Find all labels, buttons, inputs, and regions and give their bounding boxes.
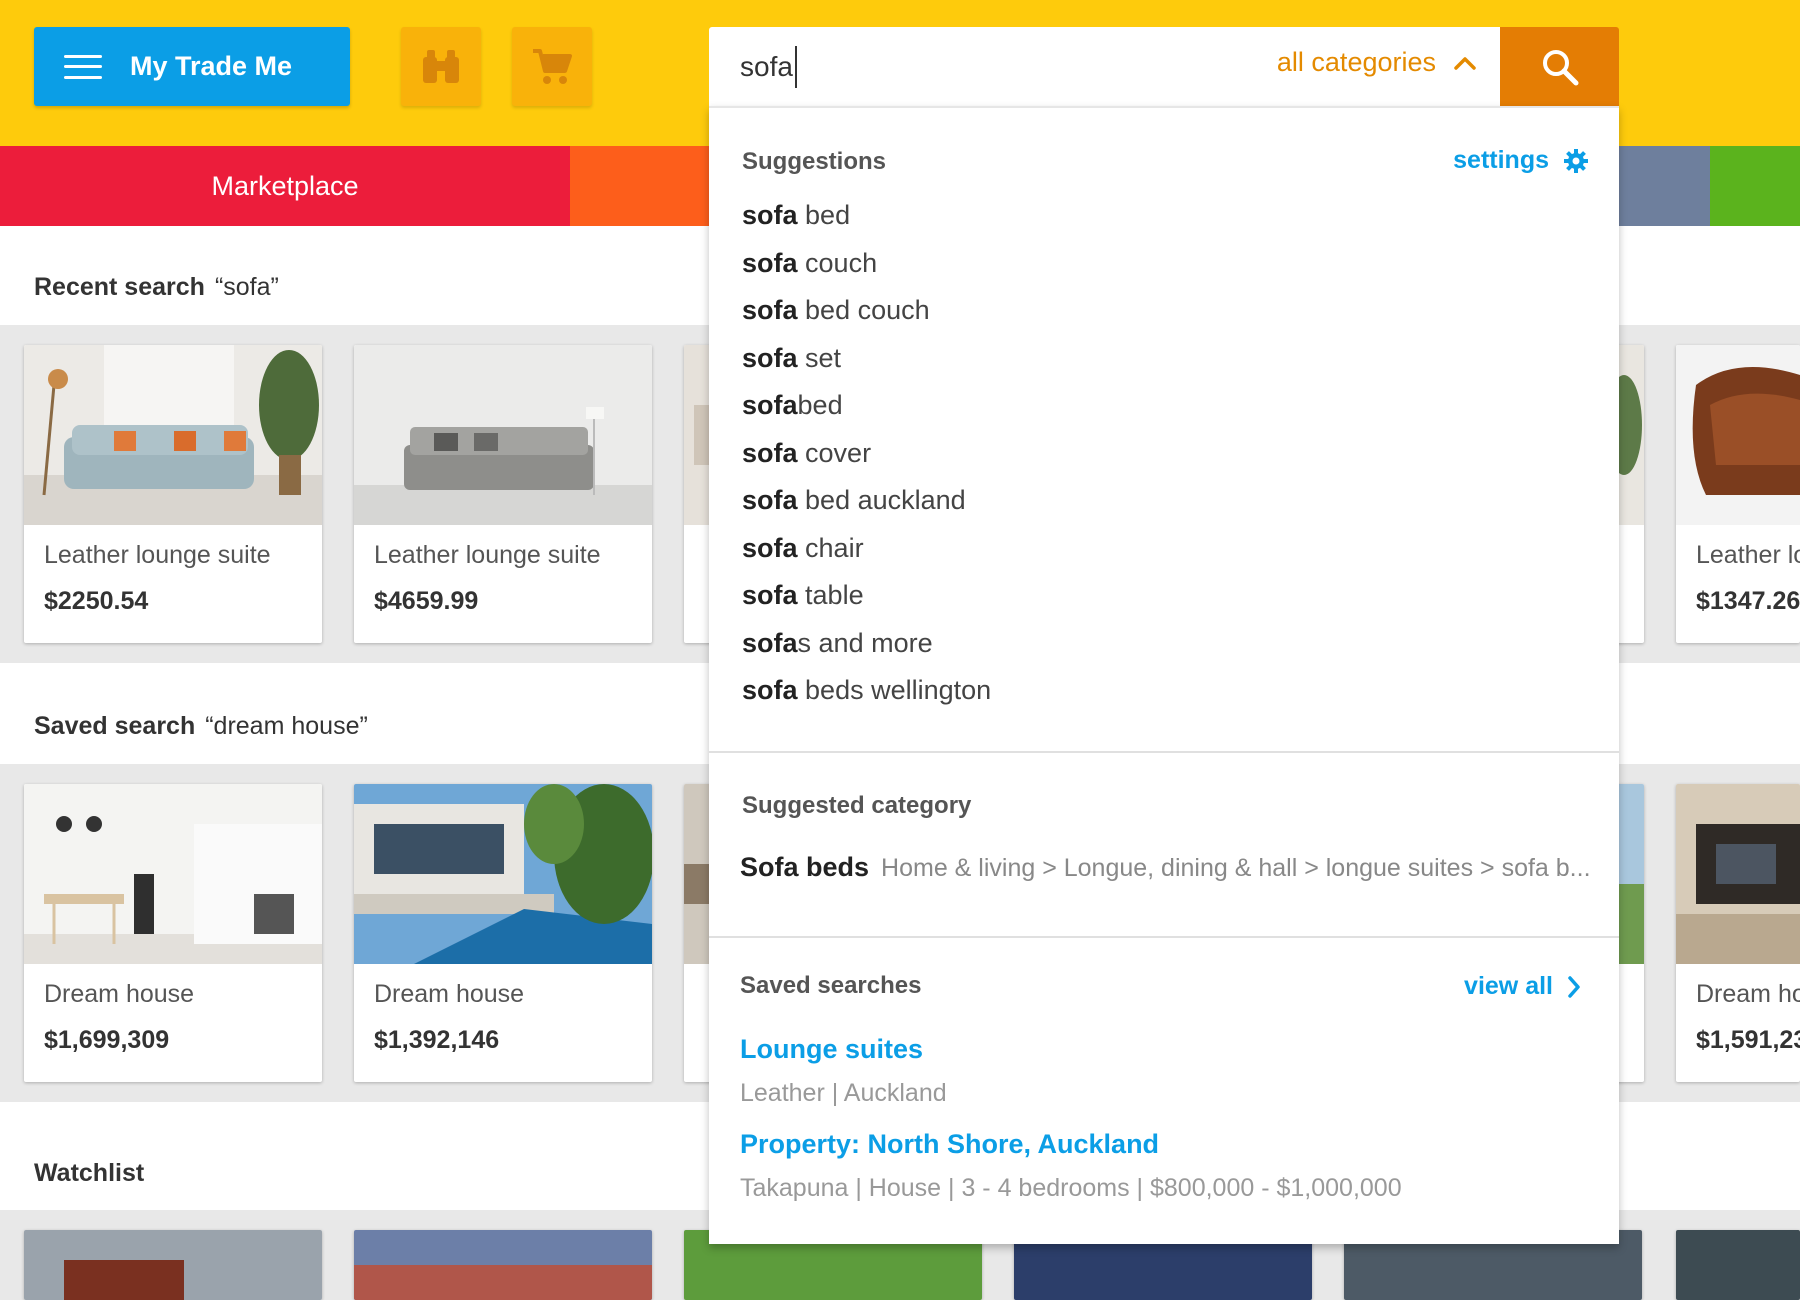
listing-price: $1,699,309 xyxy=(44,1026,170,1054)
cart-icon xyxy=(533,48,572,84)
category-selector-label: all categories xyxy=(1276,47,1436,77)
watchlist-card[interactable] xyxy=(1676,1230,1800,1300)
search-suggestions-dropdown: Suggestions settings sofa bed sofa couch… xyxy=(709,106,1619,1244)
listing-price: $1,392,146 xyxy=(374,1026,500,1054)
listing-title: Dream ho xyxy=(1696,980,1800,1008)
settings-link[interactable]: settings xyxy=(1453,146,1589,175)
category-tab-orange[interactable] xyxy=(570,146,710,226)
suggestion-item[interactable]: sofa bed auckland xyxy=(742,485,991,533)
saved-search-item[interactable]: Property: North Shore, Auckland Takapuna… xyxy=(740,1129,1402,1203)
saved-search-title: Lounge suites xyxy=(740,1034,924,1064)
listing-title: Leather lounge suite xyxy=(374,541,601,569)
chevron-right-icon xyxy=(1568,975,1580,998)
category-selector[interactable]: all categories xyxy=(1277,47,1476,78)
divider xyxy=(709,936,1619,938)
listing-image xyxy=(24,345,322,525)
listing-price: $2250.54 xyxy=(44,587,149,615)
settings-link-label: settings xyxy=(1453,146,1549,174)
suggestion-item[interactable]: sofa bed couch xyxy=(742,295,991,343)
listing-price: $1347.26 xyxy=(1696,587,1800,615)
view-all-link[interactable]: view all xyxy=(1464,972,1581,1001)
gear-icon xyxy=(1564,148,1588,173)
suggestion-item[interactable]: sofa bed xyxy=(742,200,991,248)
listing-image xyxy=(24,784,322,964)
search-bar: all categories xyxy=(709,27,1619,106)
saved-search-item[interactable]: Lounge suites Leather | Auckland xyxy=(740,1034,947,1108)
listing-title: Leather lounge suite xyxy=(44,541,271,569)
listing-title: Leather lo xyxy=(1696,541,1800,569)
listing-image xyxy=(24,1230,322,1300)
saved-search-subtitle: Leather | Auckland xyxy=(740,1079,947,1107)
suggestion-item[interactable]: sofa chair xyxy=(742,533,991,581)
suggested-category-heading: Suggested category xyxy=(742,792,972,819)
saved-search-title: Property: North Shore, Auckland xyxy=(740,1129,1160,1159)
search-input[interactable] xyxy=(740,45,1180,89)
listing-card[interactable]: Dream ho $1,591,23 xyxy=(1676,784,1800,1082)
listing-card[interactable]: Leather lounge suite $4659.99 xyxy=(354,345,652,643)
suggestions-heading: Suggestions xyxy=(742,148,887,175)
watchlist-label: Watchlist xyxy=(34,1159,145,1187)
saved-searches-heading: Saved searches xyxy=(740,972,922,999)
watchlist-card[interactable] xyxy=(354,1230,652,1300)
search-icon xyxy=(1542,49,1578,85)
view-all-label: view all xyxy=(1464,972,1553,1000)
search-button[interactable] xyxy=(1500,27,1619,106)
divider xyxy=(709,751,1619,753)
suggestion-item[interactable]: sofa beds wellington xyxy=(742,675,991,723)
hamburger-menu-icon xyxy=(64,54,102,79)
category-tab-green[interactable] xyxy=(1710,146,1800,226)
binoculars-icon xyxy=(423,49,459,83)
text-caret xyxy=(795,46,797,88)
listing-card[interactable]: Dream house $1,392,146 xyxy=(354,784,652,1082)
my-trade-me-button[interactable]: My Trade Me xyxy=(34,27,350,106)
saved-search-query[interactable]: “dream house” xyxy=(205,712,368,740)
suggestion-item[interactable]: sofa table xyxy=(742,580,991,628)
suggestion-item[interactable]: sofa set xyxy=(742,343,991,391)
saved-search-subtitle: Takapuna | House | 3 - 4 bedrooms | $800… xyxy=(740,1174,1402,1202)
listing-price: $1,591,23 xyxy=(1696,1026,1800,1054)
recent-search-query[interactable]: “sofa” xyxy=(215,273,279,301)
listing-card[interactable]: Leather lounge suite $2250.54 xyxy=(24,345,322,643)
suggestion-item[interactable]: sofa couch xyxy=(742,248,991,296)
cart-button[interactable] xyxy=(512,27,592,106)
suggested-category-path: Home & living > Longue, dining & hall > … xyxy=(881,854,1591,882)
category-marketplace[interactable]: Marketplace xyxy=(0,146,570,226)
listing-image xyxy=(1676,345,1800,525)
listing-image xyxy=(354,345,652,525)
listing-price: $4659.99 xyxy=(374,587,479,615)
listing-title: Dream house xyxy=(374,980,525,1008)
listing-image xyxy=(1676,784,1800,964)
watchlist-button[interactable] xyxy=(401,27,481,106)
suggestion-item[interactable]: sofabed xyxy=(742,390,991,438)
listing-card[interactable]: Leather lo $1347.26 xyxy=(1676,345,1800,643)
my-trade-me-label: My Trade Me xyxy=(130,51,293,81)
watchlist-card[interactable] xyxy=(24,1230,322,1300)
saved-search-label: Saved search xyxy=(34,712,196,740)
saved-search-title: Saved search “dream house” xyxy=(34,712,368,741)
search-field[interactable]: all categories xyxy=(709,27,1500,106)
listing-card[interactable]: Dream house $1,699,309 xyxy=(24,784,322,1082)
watchlist-title: Watchlist xyxy=(34,1159,144,1188)
listing-image xyxy=(1676,1230,1800,1300)
chevron-up-icon xyxy=(1454,56,1476,70)
suggestion-item[interactable]: sofas and more xyxy=(742,628,991,676)
listing-image xyxy=(354,1230,652,1300)
suggested-category-item[interactable]: Sofa beds Home & living > Longue, dining … xyxy=(740,852,1600,883)
suggested-category-name: Sofa beds xyxy=(740,852,870,882)
recent-search-title: Recent search “sofa” xyxy=(34,273,279,302)
suggestion-item[interactable]: sofa cover xyxy=(742,438,991,486)
category-marketplace-label: Marketplace xyxy=(211,170,359,201)
suggestion-list: sofa bed sofa couch sofa bed couch sofa … xyxy=(742,200,991,723)
recent-search-label: Recent search xyxy=(34,273,205,301)
listing-image xyxy=(354,784,652,964)
listing-title: Dream house xyxy=(44,980,195,1008)
